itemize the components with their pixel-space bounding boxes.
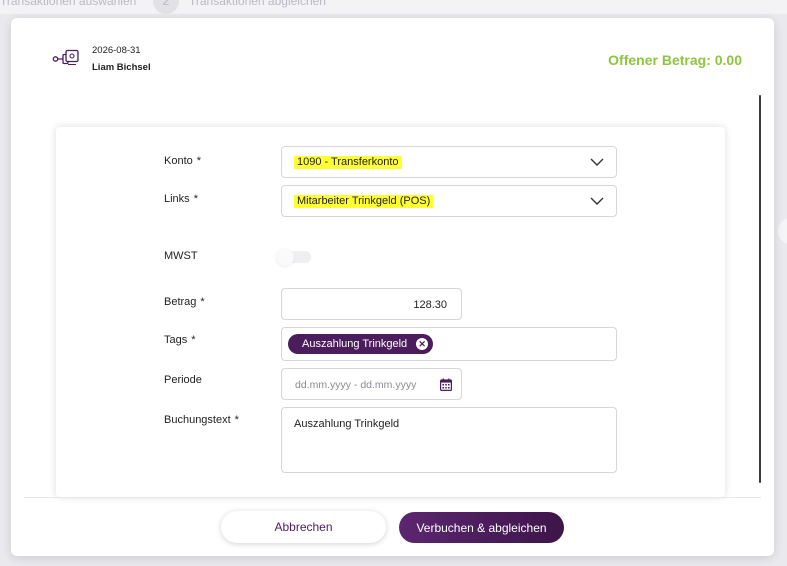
wizard-step-2-label: Transaktionen abgleichen xyxy=(189,0,326,8)
tag-remove-icon[interactable]: ✕ xyxy=(416,338,429,350)
tags-label-text: Tags xyxy=(164,334,188,346)
wizard-steps-background: Transaktionen auswählen 2 Transaktionen … xyxy=(0,0,787,14)
wizard-step-1-label: Transaktionen auswählen xyxy=(0,0,137,8)
scrollbar[interactable] xyxy=(759,95,761,483)
chevron-down-icon xyxy=(590,197,604,205)
links-select[interactable]: Mitarbeiter Trinkgeld (POS) xyxy=(281,185,617,217)
tag-chip-label: Auszahlung Trinkgeld xyxy=(302,338,408,350)
required-marker: * xyxy=(200,296,205,308)
required-marker: * xyxy=(196,155,202,167)
betrag-label: Betrag * xyxy=(164,296,205,308)
links-label: Links * xyxy=(164,193,198,205)
employee-name: Liam Bichsel xyxy=(92,62,151,73)
transaction-date: 2026-08-31 xyxy=(92,45,141,56)
buchungstext-textarea[interactable]: Auszahlung Trinkgeld xyxy=(281,407,617,473)
tags-input[interactable]: Auszahlung Trinkgeld ✕ xyxy=(281,327,617,361)
tags-label: Tags * xyxy=(164,334,196,346)
mwst-toggle[interactable] xyxy=(276,248,311,266)
periode-label: Periode xyxy=(164,374,202,386)
booking-form-card: Konto * 1090 - Transferkonto Links * Mitar… xyxy=(56,127,725,497)
background-decoration xyxy=(778,218,787,244)
links-selected-value: Mitarbeiter Trinkgeld (POS) xyxy=(294,195,434,208)
periode-date-range-input[interactable]: dd.mm.yyyy - dd.mm.yyyy xyxy=(281,368,462,400)
cancel-button[interactable]: Abbrechen xyxy=(221,511,386,543)
mwst-label: MWST xyxy=(164,250,198,262)
calendar-icon[interactable] xyxy=(440,378,452,391)
chevron-down-icon xyxy=(590,158,604,166)
open-amount: Offener Betrag: 0.00 xyxy=(608,52,742,68)
tag-chip: Auszahlung Trinkgeld ✕ xyxy=(288,334,434,354)
links-label-text: Links xyxy=(164,193,190,205)
periode-placeholder: dd.mm.yyyy - dd.mm.yyyy xyxy=(295,379,417,391)
konto-label: Konto * xyxy=(164,155,201,167)
buchungstext-label-text: Buchungstext xyxy=(164,414,231,426)
footer-divider xyxy=(24,497,761,498)
mwst-toggle-knob xyxy=(276,248,294,266)
required-marker: * xyxy=(193,193,198,205)
betrag-label-text: Betrag xyxy=(164,296,197,308)
book-and-reconcile-button[interactable]: Verbuchen & abgleichen xyxy=(399,512,564,543)
wizard-step-2-number: 2 xyxy=(153,0,179,14)
buchungstext-label: Buchungstext * xyxy=(164,414,239,426)
betrag-input[interactable]: 128.30 xyxy=(281,288,462,320)
required-marker: * xyxy=(234,414,239,426)
konto-label-text: Konto xyxy=(164,155,193,167)
transfer-account-icon xyxy=(52,49,79,66)
konto-select[interactable]: 1090 - Transferkonto xyxy=(281,146,617,178)
booking-modal: 2026-08-31 Liam Bichsel Offener Betrag: … xyxy=(11,18,774,556)
required-marker: * xyxy=(191,334,196,346)
konto-selected-value: 1090 - Transferkonto xyxy=(294,156,402,169)
